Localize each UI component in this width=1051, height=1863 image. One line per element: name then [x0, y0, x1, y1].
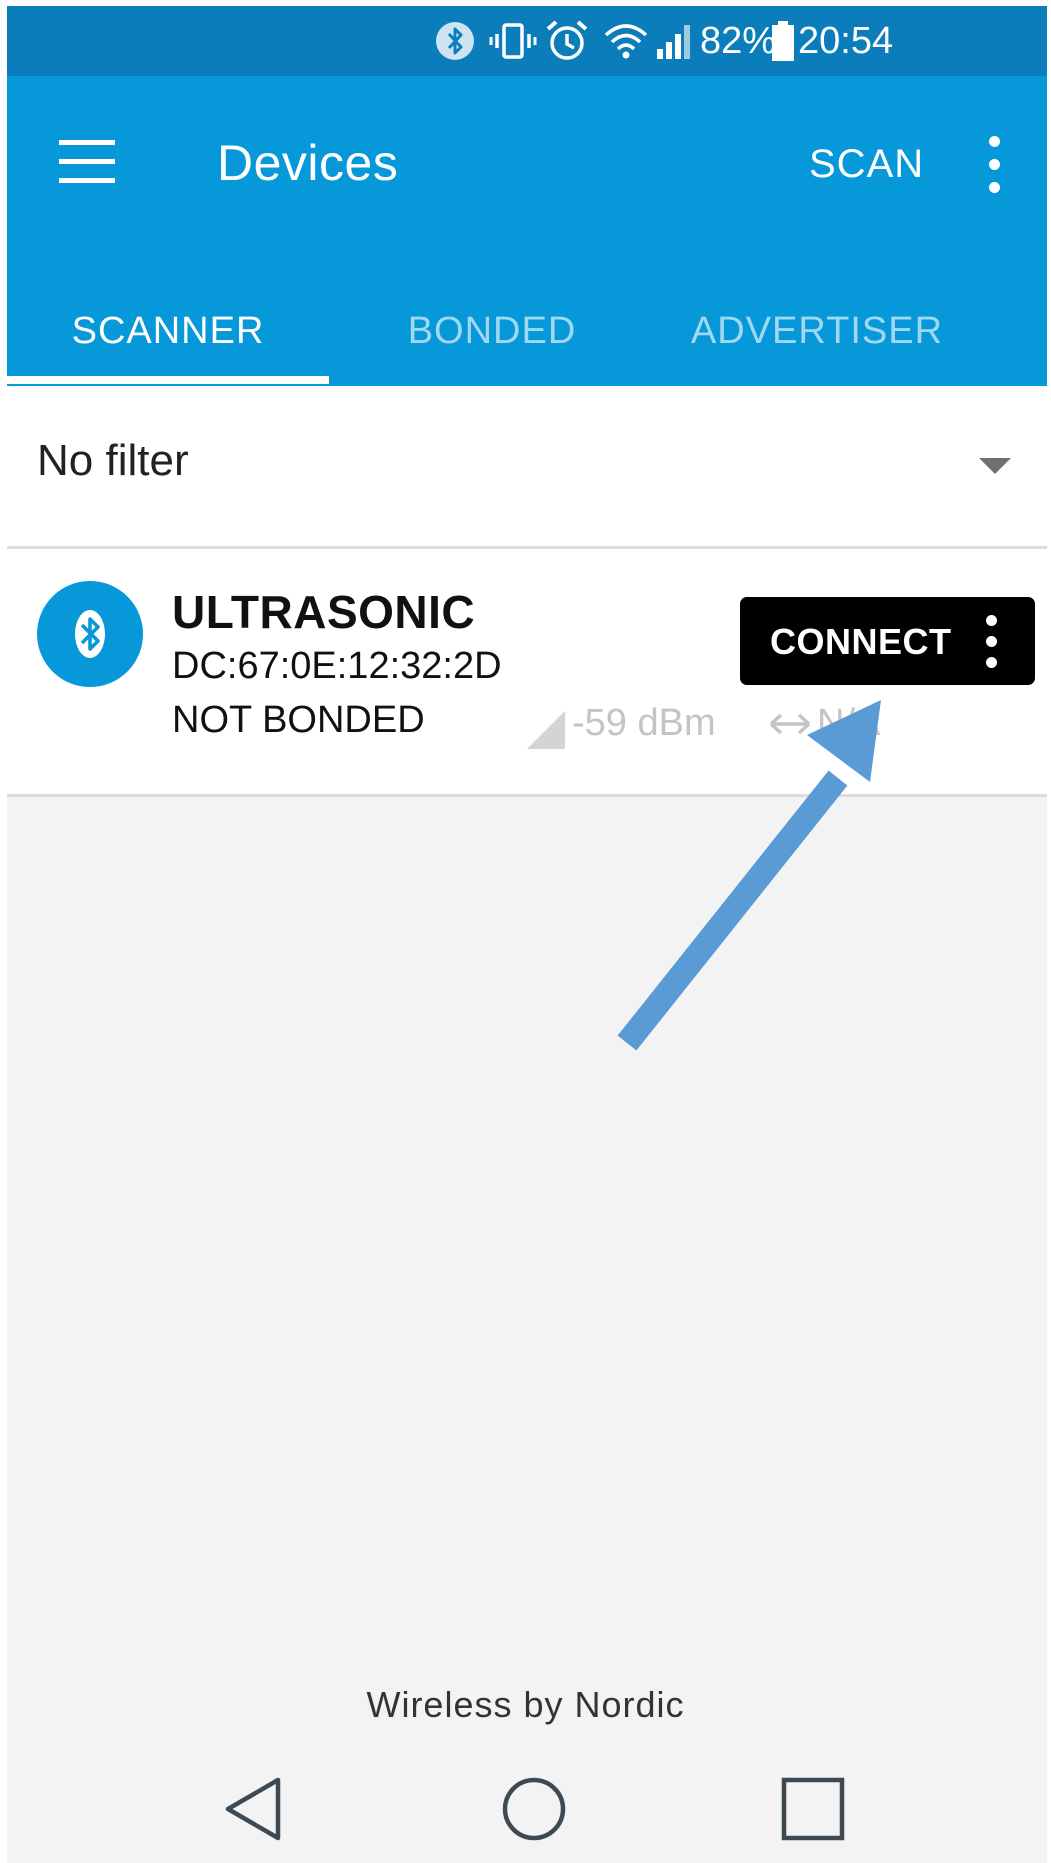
more-vert-icon[interactable]: [985, 134, 1005, 196]
hamburger-icon[interactable]: [59, 140, 115, 184]
wifi-icon: [603, 6, 649, 76]
signal-strength-icon: [525, 709, 567, 756]
tab-bar: SCANNER BONDED ADVERTISER: [7, 276, 1047, 386]
nav-bar: [0, 1770, 1051, 1863]
connect-label: CONNECT: [770, 621, 952, 662]
tab-scanner[interactable]: SCANNER: [7, 276, 329, 386]
connect-button[interactable]: CONNECT: [740, 597, 1035, 685]
page-title: Devices: [217, 135, 399, 191]
recents-icon[interactable]: [780, 1774, 846, 1849]
device-address: DC:67:0E:12:32:2D: [172, 645, 502, 687]
vibrate-icon: [489, 6, 537, 76]
interval-icon: [767, 707, 813, 746]
device-more-vert-icon[interactable]: [982, 615, 1002, 669]
tab-bonded[interactable]: BONDED: [337, 276, 647, 386]
rssi-value: -59 dBm: [572, 702, 716, 744]
back-icon[interactable]: [222, 1774, 284, 1849]
phone-screen: 82% 20:54 Devices SCAN SCANNER BONDED AD…: [7, 6, 1047, 1863]
app-bar: Devices SCAN SCANNER BONDED ADVERTISER: [7, 76, 1047, 386]
alarm-icon: [545, 6, 589, 76]
clock: 20:54: [798, 19, 894, 62]
battery-icon: [770, 6, 796, 76]
tab-indicator: [7, 376, 329, 384]
device-name: ULTRASONIC: [172, 586, 476, 638]
status-bar: 82% 20:54: [7, 6, 1047, 76]
home-icon[interactable]: [500, 1774, 568, 1849]
tab-advertiser[interactable]: ADVERTISER: [647, 276, 987, 386]
brand-footer: Wireless by Nordic: [366, 1684, 685, 1725]
battery-percent: 82%: [700, 19, 777, 62]
device-list-item[interactable]: ULTRASONIC DC:67:0E:12:32:2D NOT BONDED …: [7, 549, 1047, 797]
bond-state: NOT BONDED: [172, 699, 425, 741]
bluetooth-status-icon: [435, 6, 475, 76]
filter-dropdown[interactable]: No filter: [7, 386, 1047, 549]
scan-button[interactable]: SCAN: [809, 142, 924, 187]
filter-label: No filter: [37, 436, 189, 485]
cell-signal-icon: [655, 6, 697, 76]
interval-value: N/A: [817, 702, 881, 744]
dropdown-caret-icon: [979, 458, 1011, 474]
bluetooth-icon: [37, 581, 143, 687]
